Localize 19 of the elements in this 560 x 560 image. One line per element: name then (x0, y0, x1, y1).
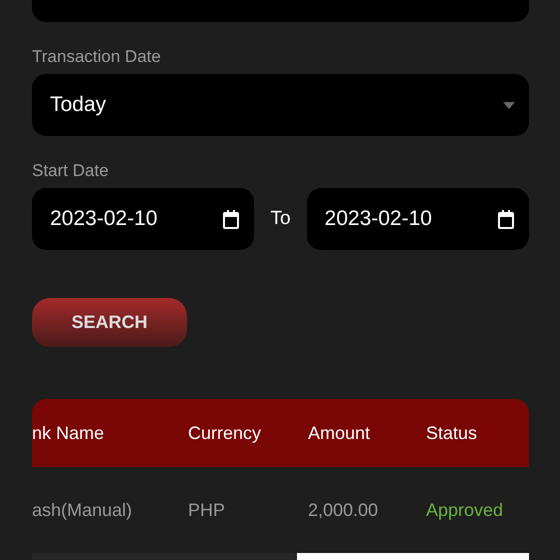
column-header: nk Name (32, 422, 106, 445)
date-field[interactable]: 2023-02-10 (32, 188, 254, 250)
table-cell-text: 2,000.00 (308, 498, 380, 522)
field-label: Transaction Date (32, 46, 162, 68)
table-cell-text: ash(Manual) (32, 498, 134, 522)
table-cell-text: PHP (188, 498, 226, 522)
column-header: Amount (308, 422, 372, 445)
scrollbar-thumb[interactable] (297, 553, 529, 560)
column-header: Currency (188, 422, 262, 445)
column-header: Status (426, 422, 478, 445)
calendar-icon (222, 210, 240, 229)
select-field[interactable]: Today (32, 74, 529, 136)
date-field[interactable]: 2023-02-10 (306, 188, 530, 250)
range-separator: To (269, 206, 292, 231)
calendar-icon (497, 210, 516, 229)
search-button[interactable]: SEARCH (32, 298, 187, 348)
dropdown-caret-icon (503, 102, 515, 109)
field-label: Start Date (32, 160, 110, 182)
status-text: Approved (426, 498, 504, 522)
